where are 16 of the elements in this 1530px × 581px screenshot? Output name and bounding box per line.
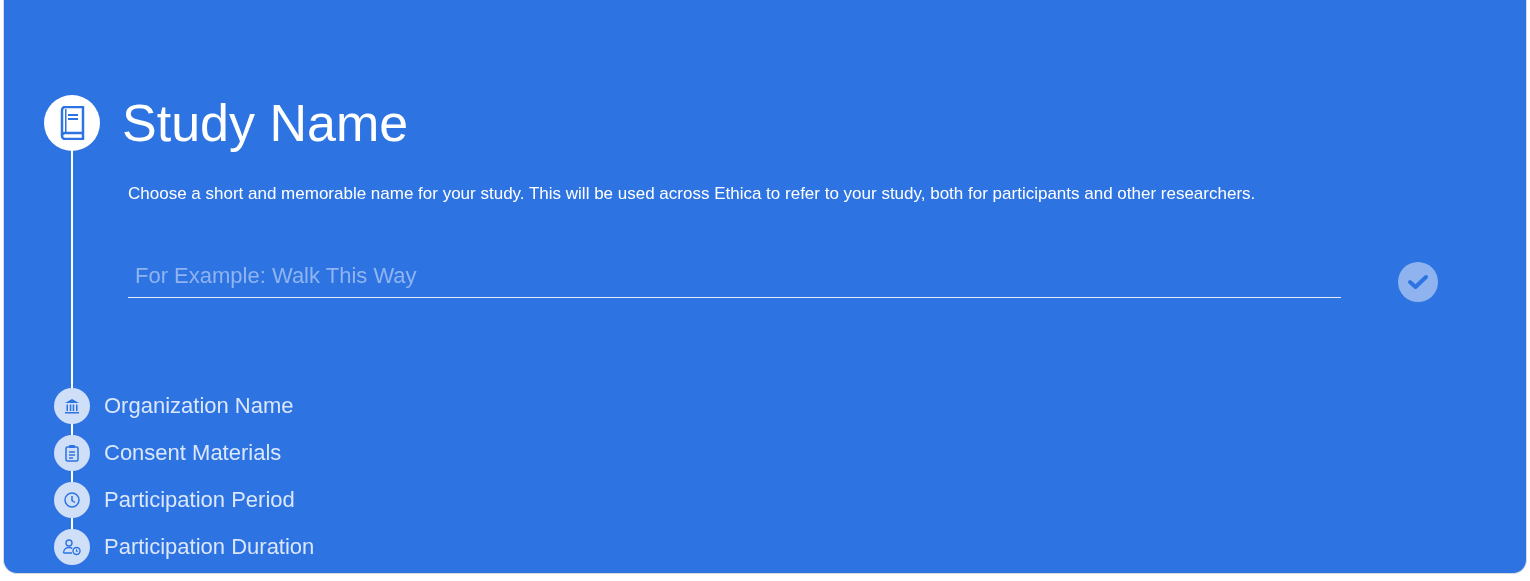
step-marker[interactable]: [54, 529, 90, 565]
step-label[interactable]: Consent Materials: [104, 440, 282, 466]
step-label[interactable]: Participation Duration: [104, 534, 315, 560]
step-title: Study Name: [122, 95, 410, 151]
bank-icon: [63, 397, 81, 415]
step-label[interactable]: Organization Name: [104, 393, 294, 419]
step-marker[interactable]: [54, 435, 90, 471]
clipboard-icon: [64, 444, 80, 462]
check-icon: [1407, 274, 1429, 290]
step-marker[interactable]: [54, 388, 90, 424]
step-description: Choose a short and memorable name for your study. This will be used across Ethica to refer to your study, both for participants and other researchers.: [128, 183, 1257, 205]
step-label[interactable]: Participation Period: [104, 487, 295, 513]
clock-icon: [63, 491, 81, 509]
study-name-field[interactable]: For Example: Walk This Way: [128, 254, 1341, 298]
user-clock-icon: [62, 538, 82, 556]
step-marker[interactable]: [54, 482, 90, 518]
